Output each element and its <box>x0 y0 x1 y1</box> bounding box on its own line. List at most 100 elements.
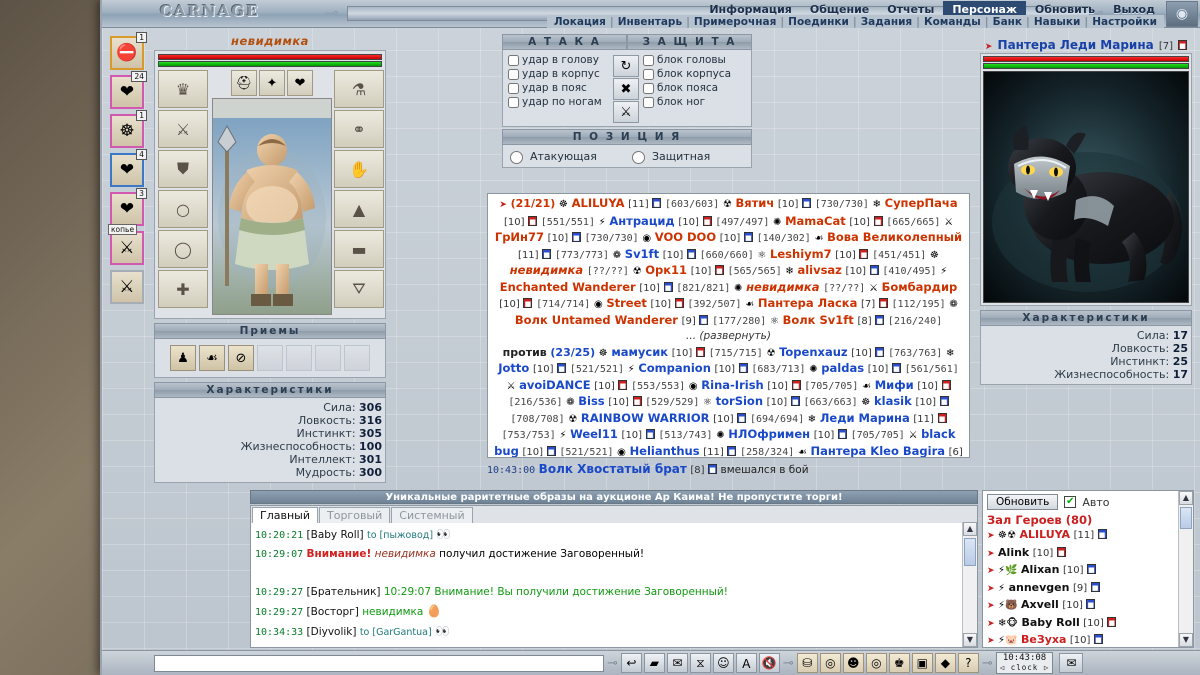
help-icon[interactable]: ? <box>958 653 979 673</box>
attack-checkbox[interactable] <box>508 55 519 66</box>
clock-widget[interactable]: 10:43:08 ◁ clock ▷ <box>996 652 1054 674</box>
player-name[interactable]: СуперПача <box>885 196 958 210</box>
pierced-heart-icon[interactable]: ❤4 <box>110 153 144 187</box>
player-name[interactable]: Вова Великолепный <box>827 230 962 244</box>
userlist-scroll-thumb[interactable] <box>1180 507 1192 529</box>
hero-name[interactable]: ALILUYA <box>1019 528 1070 541</box>
player-name[interactable]: avoiDANCE <box>519 378 590 392</box>
cancel-attack-icon[interactable]: ✖ <box>613 78 639 100</box>
player-name[interactable]: Волк Untamed Wanderer <box>515 313 678 327</box>
subnav-poedinki[interactable]: Поединки <box>784 16 853 28</box>
crossed-swords-icon[interactable]: ⚔ <box>613 101 639 123</box>
subnav-inventar[interactable]: Инвентарь <box>614 16 686 28</box>
defense-checkbox[interactable] <box>643 55 654 66</box>
hero-row[interactable]: ➤ ⚡🐻 Axvell [10] ■ <box>983 597 1193 615</box>
chat-scroll-down[interactable]: ▼ <box>963 633 977 647</box>
hourglass-icon[interactable]: ⧖ <box>690 653 711 673</box>
team-a-expand[interactable]: ... (развернуть) <box>492 329 965 345</box>
player-name[interactable]: невидимка <box>746 280 819 294</box>
smiley-icon[interactable]: ☺ <box>713 653 734 673</box>
player-name[interactable]: Вятич <box>735 196 774 210</box>
hero-name[interactable]: Axvell <box>1021 598 1059 611</box>
gloves-slot[interactable]: ✋ <box>334 150 384 188</box>
invite-arrow-icon[interactable]: ➤ <box>987 619 995 629</box>
hero-row[interactable]: ➤ ☸☢ ALILUYA [11] ■ <box>983 527 1193 545</box>
defense-option[interactable]: блок пояса <box>641 81 748 95</box>
player-name[interactable]: Biss <box>578 394 604 408</box>
player-name[interactable]: Rina-Irish <box>701 378 763 392</box>
bracelet-slot[interactable]: ◯ <box>158 230 208 268</box>
player-name[interactable]: Sv1ft <box>625 247 659 261</box>
hero-row[interactable]: ➤ ❄🐵 Baby Roll [10] ■ <box>983 615 1193 633</box>
refresh-icon[interactable]: ↻ <box>613 55 639 77</box>
player-name[interactable]: Бомбардир <box>882 280 958 294</box>
player-name[interactable]: Street <box>606 296 647 310</box>
player-name[interactable]: невидимка <box>510 263 583 277</box>
auction-ticker[interactable]: Уникальные раритетные образы на аукционе… <box>250 490 978 504</box>
attack-checkbox[interactable] <box>508 97 519 108</box>
userlist-scroll-up[interactable]: ▲ <box>1179 491 1193 505</box>
coins-icon[interactable]: ◎ <box>820 653 841 673</box>
player-name[interactable]: ГрИн77 <box>495 230 544 244</box>
defense-option[interactable]: блок корпуса <box>641 67 748 81</box>
chat-tab-системный[interactable]: Системный <box>391 507 472 523</box>
hero-name[interactable]: Baby Roll <box>1022 616 1080 629</box>
chest-icon[interactable]: ⛁ <box>797 653 818 673</box>
earrings-slot[interactable]: ⚗ <box>334 70 384 108</box>
subnav-bank[interactable]: Банк <box>989 16 1026 28</box>
position-option[interactable]: Атакующая <box>505 148 627 164</box>
hero-row[interactable]: ➤ ⚡ annevgen [9] ■ <box>983 580 1193 598</box>
disarm-icon[interactable]: ⊘ <box>228 345 254 371</box>
hero-row[interactable]: ➤ ⚡🌿 Alixan [10] ■ <box>983 562 1193 580</box>
position-radio[interactable] <box>510 151 523 164</box>
player-name[interactable]: Jotto <box>498 361 529 375</box>
abc-icon[interactable]: Ａ <box>736 653 757 673</box>
message-input[interactable] <box>154 655 604 672</box>
hero-name[interactable]: ВеЗуха <box>1021 633 1066 646</box>
player-name[interactable]: Пантера Ласка <box>758 296 858 310</box>
globe-icon[interactable]: ◉ <box>1166 1 1198 27</box>
player-name[interactable]: мамусик <box>611 345 668 359</box>
player-name[interactable]: Topenxauz <box>779 345 848 359</box>
red-heart-icon[interactable]: ❤24 <box>110 75 144 109</box>
player-name[interactable]: alivsaz <box>797 263 841 277</box>
subnav-nastroyki[interactable]: Настройки <box>1088 16 1161 28</box>
subnav-navyki[interactable]: Навыки <box>1030 16 1085 28</box>
refresh-button[interactable]: Обновить <box>987 494 1058 510</box>
belt-slot[interactable]: ▬ <box>334 230 384 268</box>
chat-scroll-thumb[interactable] <box>964 538 976 566</box>
player-name[interactable]: НЛОфримен <box>728 427 810 441</box>
chat-scrollbar[interactable]: ▲ ▼ <box>962 522 977 647</box>
player-name[interactable]: Пантера Kleo Bagira <box>811 444 945 458</box>
amulet-slot[interactable]: ✦ <box>259 70 285 96</box>
hero-row[interactable]: ➤ Alink [10] ■ <box>983 545 1193 563</box>
player-name[interactable]: paldas <box>821 361 864 375</box>
subnav-komandy[interactable]: Команды <box>920 16 985 28</box>
armor-slot[interactable]: ⛊ <box>158 150 208 188</box>
boots-slot[interactable]: ⛛ <box>334 270 384 308</box>
attack-option[interactable]: удар в корпус <box>506 67 613 81</box>
hero-name[interactable]: annevgen <box>1009 581 1070 594</box>
player-name[interactable]: Волк Sv1ft <box>783 313 854 327</box>
no-entry-icon[interactable]: ⛔1 <box>110 36 144 70</box>
chat-scroll-up[interactable]: ▲ <box>963 522 977 536</box>
back-icon[interactable]: ↩ <box>621 653 642 673</box>
ring-slot[interactable]: ○ <box>158 190 208 228</box>
userlist-scroll-down[interactable]: ▼ <box>1179 633 1193 647</box>
hero-name[interactable]: Alink <box>998 546 1029 559</box>
invite-arrow-icon[interactable]: ➤ <box>987 601 995 611</box>
invite-arrow-icon[interactable]: ➤ <box>987 584 995 594</box>
green-heart-icon[interactable]: ❤3 <box>110 192 144 226</box>
spear-icon[interactable]: ⚔копье <box>110 231 144 265</box>
defense-checkbox[interactable] <box>643 69 654 80</box>
defense-option[interactable]: блок головы <box>641 53 748 67</box>
invite-arrow-icon[interactable]: ➤ <box>987 566 995 576</box>
shield-slot[interactable]: ▲ <box>334 190 384 228</box>
player-name[interactable]: Антрацид <box>609 214 674 228</box>
defense-checkbox[interactable] <box>643 83 654 94</box>
pet-icon[interactable]: ◆ <box>935 653 956 673</box>
player-name[interactable]: Leshiym7 <box>770 247 832 261</box>
target-icon[interactable]: ◎ <box>866 653 887 673</box>
defense-checkbox[interactable] <box>643 97 654 108</box>
chat-tab-главный[interactable]: Главный <box>252 507 318 523</box>
